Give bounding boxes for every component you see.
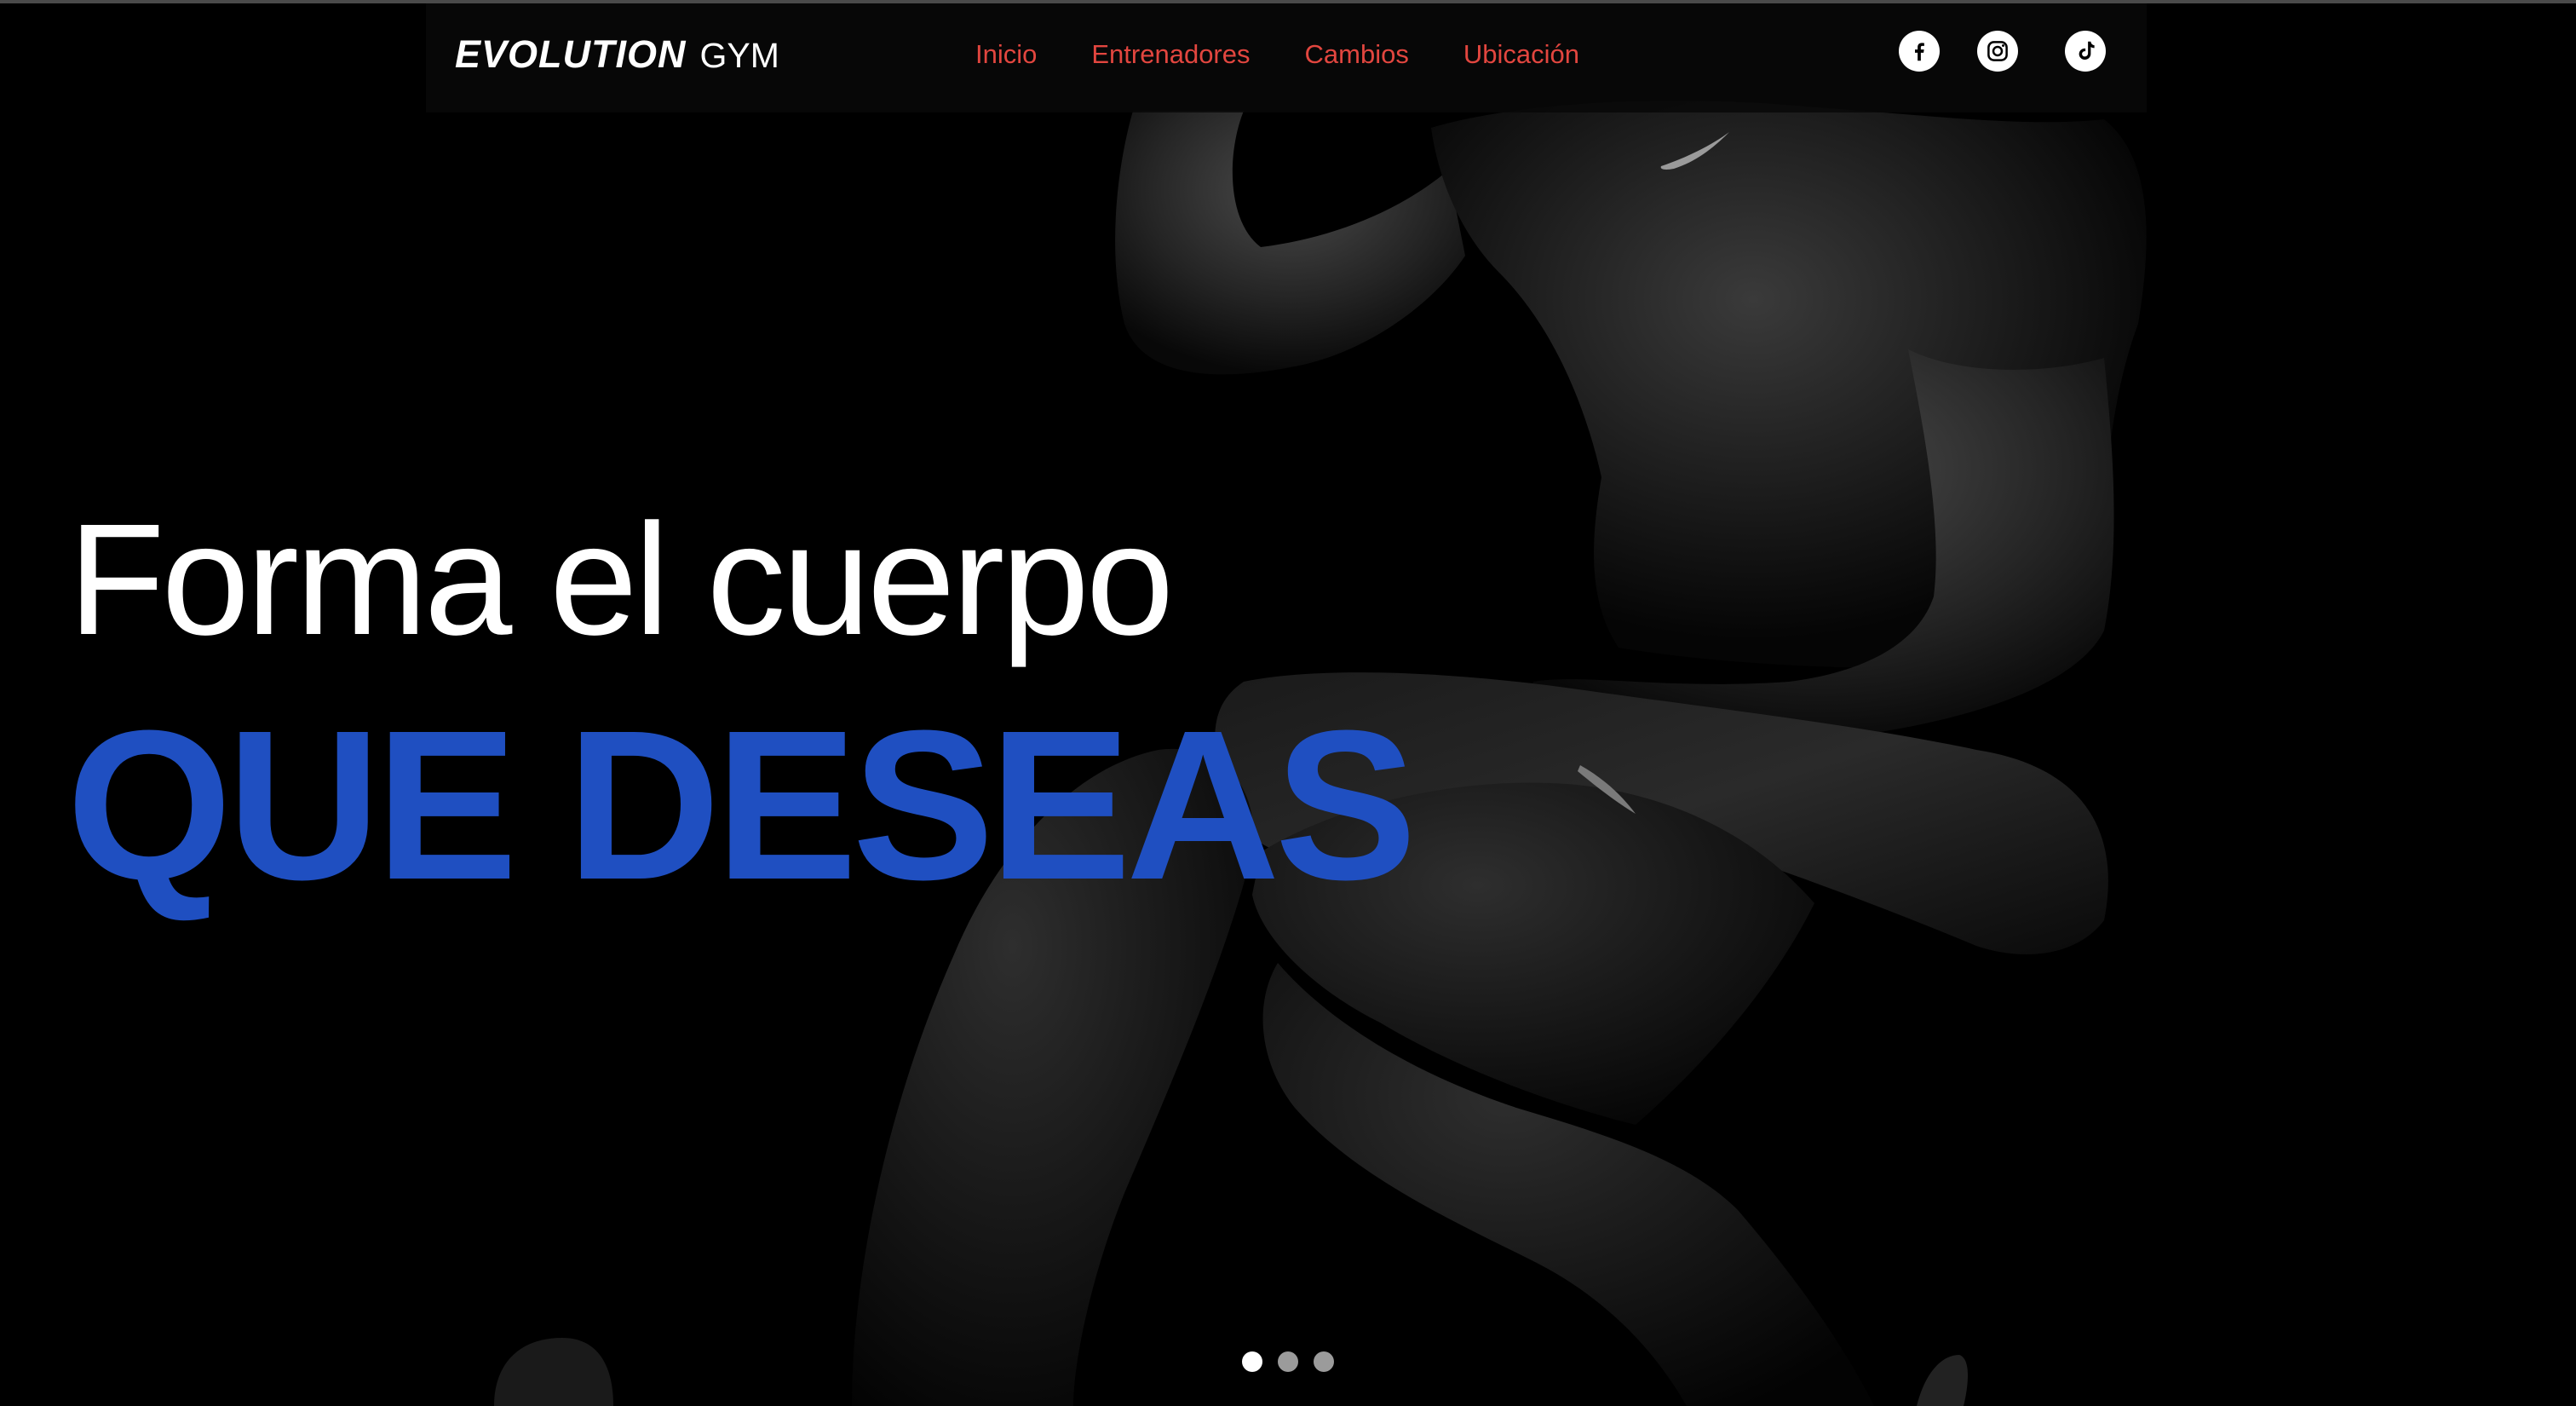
nav-item-cambios[interactable]: Cambios [1305,39,1409,70]
tiktok-icon[interactable] [2065,31,2106,72]
carousel-dot-3[interactable] [1314,1351,1334,1372]
brand-name-bold: EVOLUTION [455,32,687,76]
hero-title: Forma el cuerpo [68,492,1174,668]
facebook-glyph [1915,43,1924,61]
landing-page: EVOLUTION GYM Inicio Entrenadores Cambio… [0,0,2576,1406]
nav-menu: Inicio Entrenadores Cambios Ubicación [975,39,1634,70]
instagram-glyph [1987,41,2008,61]
instagram-icon[interactable] [1977,31,2018,72]
nav-item-ubicacion[interactable]: Ubicación [1463,39,1579,70]
hero-subtitle: QUE DESEAS [66,686,1417,924]
brand-name-light: GYM [699,36,779,75]
nav-item-inicio[interactable]: Inicio [975,39,1037,70]
brand-logo[interactable]: EVOLUTION GYM [455,32,779,84]
nav-item-entrenadores[interactable]: Entrenadores [1091,39,1250,70]
carousel-dots [1242,1351,1334,1372]
carousel-dot-2[interactable] [1278,1351,1298,1372]
facebook-icon[interactable] [1899,31,1940,72]
tiktok-glyph [2079,41,2095,60]
carousel-dot-1[interactable] [1242,1351,1262,1372]
